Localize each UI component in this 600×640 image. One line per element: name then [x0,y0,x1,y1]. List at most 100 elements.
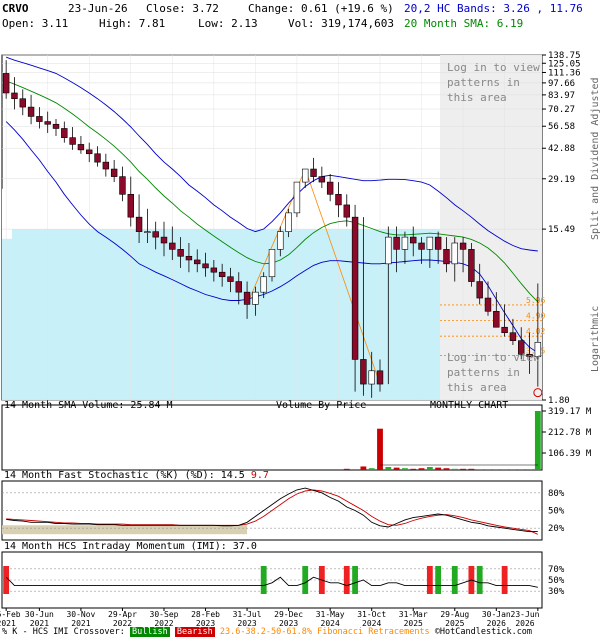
volume-bar [451,468,458,470]
candle-down [243,291,251,305]
bullish-signal-bar [435,566,442,594]
candle-down [476,281,483,299]
candle-down [86,149,93,155]
stochastic-tick-label: 80% [548,489,565,499]
x-tick-label: 26-Feb [0,610,21,619]
candle-down [135,216,143,232]
oversold-zone [2,525,248,535]
price-tick-label: 97.66 [548,79,575,89]
candle-down [509,332,517,341]
x-tick-label: 30-Nov [66,610,95,619]
candle-down [160,236,168,244]
candle-down [459,242,467,250]
volume-bar [410,468,417,470]
stochastic-panel-label: 14 Month Fast Stochastic (%K) (%D): 14.5… [4,470,269,481]
volume-bar [518,469,525,470]
x-tick-label: 23-Jun [511,610,540,619]
candle-up [426,236,434,250]
candle-down [343,204,350,218]
candle-down [310,168,317,177]
volume-bar [468,468,475,470]
x-tick-label: 28-Feb [191,610,220,619]
price-tick-label: 56.58 [548,122,575,132]
volume-bar [501,469,508,470]
brand-link[interactable]: ©HotCandlestick.com [435,627,532,637]
candle-up [293,181,301,214]
volume-bar [510,469,516,470]
bullish-signal-bar [352,566,358,594]
volume-bar [435,467,442,470]
candle-down [11,92,18,100]
volume-bar [534,411,541,470]
price-tick-label: 29.19 [548,175,575,185]
fibonacci-label: 5.96 [526,296,545,305]
volume-bar [402,468,408,470]
volume-tick-label: 106.39 M [548,449,592,459]
candle-down [468,249,475,282]
candle-down [326,181,334,195]
candle-up [260,276,267,293]
candle-down [110,168,118,177]
x-tick-label: 31-Mar [399,610,428,619]
bearish-signal-bar [501,566,508,594]
x-tick-label: 31-Jul [233,610,262,619]
volume-bar [368,468,375,470]
fibonacci-legend: 23.6-38.2-50-61.8% Fibonacci Retracement… [219,627,430,637]
volume-bar [377,428,383,470]
momentum-panel-label: 14 Month HCS Intraday Momentum (IMI): 37… [4,541,257,552]
momentum-tick-label: 30% [548,587,565,597]
candle-up [451,242,458,265]
volume-bar [443,468,450,470]
candle-up [302,168,309,183]
login-patterns-bottom[interactable]: Log in to view patterns in this area [447,350,542,395]
candle-down [185,255,193,261]
crossover-label: % K - HCS IMI Crossover: [2,627,125,637]
volume-bar [418,468,425,470]
candle-down [69,137,76,145]
candle-down [393,236,400,250]
candle-down [218,271,226,278]
candle-up [277,231,284,250]
candle-down [210,267,218,273]
price-tick-label: 42.88 [548,144,575,154]
price-tick-label: 70.27 [548,105,575,115]
volume-bar [526,469,533,470]
volume-bar [343,468,350,470]
x-tick-label: 29-Apr [108,610,137,619]
momentum-tick-label: 70% [548,565,565,575]
candle-down [235,281,242,293]
candle-down [119,176,126,195]
bullish-signal-bar [476,566,483,594]
candle-down [127,194,134,218]
price-tick-label: 15.49 [548,225,575,235]
bullish-signal-bar [451,566,458,594]
candle-down [169,242,176,250]
stochastic-d-value: 9.7 [250,470,269,481]
candle-down [202,263,209,269]
volume-bar [393,467,400,470]
candle-down [434,236,442,250]
candle-down [418,242,425,250]
candle-down [351,216,359,360]
login-patterns-top[interactable]: Log in to view patterns in this area [447,60,542,105]
bearish-legend: Bearish [174,627,215,637]
x-tick-label: 30-Jun [25,610,54,619]
legend-footer: % K - HCS IMI Crossover: Bullish Bearish… [2,627,532,637]
volume-by-price-label: Volume By Price [276,400,367,411]
candle-down [77,144,85,151]
bearish-signal-bar [3,566,10,594]
candle-down [2,73,10,94]
x-tick-label: 31-May [316,610,345,619]
x-tick-label: 30-Sep [150,610,179,619]
candle-down [376,370,384,385]
candle-down [501,326,508,334]
bullish-signal-bar [260,566,267,594]
candle-up [252,291,259,305]
candle-down [36,116,43,122]
candle-down [27,106,35,117]
volume-bar [360,466,367,470]
log-scale-label: Logarithmic [590,305,600,372]
candle-up [401,236,409,250]
split-adjusted-label: Split and Dividend Adjusted [590,77,600,240]
volume-bar [485,469,491,470]
